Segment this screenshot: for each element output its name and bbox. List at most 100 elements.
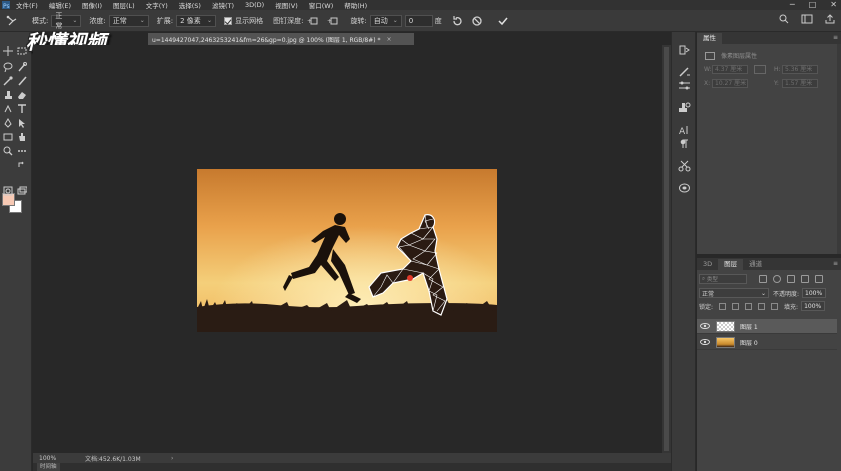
tab-channels[interactable]: 通道 xyxy=(743,259,768,270)
layer-name[interactable]: 图层 0 xyxy=(740,338,758,347)
menu-select[interactable]: 选择(S) xyxy=(179,0,201,10)
eyedropper-tool-icon[interactable] xyxy=(2,75,14,86)
pin-backward-icon[interactable]: + xyxy=(326,14,340,28)
width-field[interactable]: 4.37 厘米 xyxy=(712,65,748,74)
menu-type[interactable]: 文字(Y) xyxy=(146,0,168,10)
layer-name[interactable]: 图层 1 xyxy=(740,322,758,331)
filter-type-icon[interactable] xyxy=(787,275,795,283)
menu-filter[interactable]: 滤镜(T) xyxy=(212,0,234,10)
menu-file[interactable]: 文件(F) xyxy=(16,0,38,10)
search-icon[interactable] xyxy=(779,14,789,26)
timeline-tab[interactable]: 时间轴 xyxy=(37,463,60,471)
opacity-field[interactable]: 100% xyxy=(802,288,827,298)
lasso-tool-icon[interactable] xyxy=(2,61,14,72)
tab-layers[interactable]: 图层 xyxy=(718,259,744,270)
brush-tool-icon[interactable] xyxy=(16,75,28,86)
filter-pixel-icon[interactable] xyxy=(759,275,767,283)
paragraph-icon[interactable] xyxy=(678,138,691,150)
rectangle-tool-icon[interactable] xyxy=(2,131,14,142)
layer-filter-dropdown[interactable]: ⌕ 类型 xyxy=(699,274,747,284)
move-tool-icon[interactable] xyxy=(2,45,14,56)
puppet-warp-tool-icon[interactable] xyxy=(4,14,18,28)
menu-help[interactable]: 帮助(H) xyxy=(344,0,367,10)
status-menu-chevron-icon[interactable]: › xyxy=(171,455,173,462)
link-icon[interactable] xyxy=(754,65,766,74)
rotate-degrees-input[interactable]: 0 xyxy=(404,14,433,27)
rotate-dropdown[interactable]: 自动 ⌄ xyxy=(369,14,402,27)
eraser-tool-icon[interactable] xyxy=(16,89,28,100)
filter-adjustment-icon[interactable] xyxy=(773,275,781,283)
cancel-icon[interactable] xyxy=(470,14,484,28)
menu-edit[interactable]: 编辑(E) xyxy=(49,0,71,10)
y-field[interactable]: 1.57 厘米 xyxy=(782,79,818,88)
zoom-tool-icon[interactable] xyxy=(2,145,14,156)
layer-row-0[interactable]: 图层 0 xyxy=(697,335,837,350)
density-dropdown[interactable]: 正常 ⌄ xyxy=(108,14,149,27)
path-select-tool-icon[interactable] xyxy=(16,117,28,128)
panel-menu-icon[interactable]: ≡ xyxy=(833,34,838,41)
lock-position-icon[interactable] xyxy=(745,302,753,310)
scrollbar-thumb[interactable] xyxy=(664,47,669,451)
mode-dropdown[interactable]: 正常 ⌄ xyxy=(51,12,82,30)
quick-mask-icon[interactable] xyxy=(2,185,14,196)
lock-pixels-icon[interactable] xyxy=(732,302,740,310)
tools-scissors-icon[interactable] xyxy=(678,160,691,172)
reset-pins-icon[interactable] xyxy=(450,14,464,28)
minimize-button[interactable]: ─ xyxy=(790,0,795,10)
commit-check-icon[interactable] xyxy=(496,14,510,28)
menu-window[interactable]: 窗口(W) xyxy=(309,0,334,10)
tab-3d[interactable]: 3D xyxy=(697,259,718,270)
width-label: W: xyxy=(704,66,712,73)
layer-row-1[interactable]: 图层 1 xyxy=(697,319,837,334)
share-icon[interactable] xyxy=(825,14,835,26)
gradient-tool-icon[interactable] xyxy=(2,103,14,114)
close-window-button[interactable]: ✕ xyxy=(830,0,837,10)
lock-all-icon[interactable] xyxy=(771,302,779,310)
menu-layer[interactable]: 图层(L) xyxy=(113,0,135,10)
show-mesh-checkbox[interactable] xyxy=(224,16,233,25)
swap-colors-icon[interactable] xyxy=(16,159,28,170)
more-tools-icon[interactable] xyxy=(16,145,28,156)
document-tab[interactable]: u=1449427047,2463253241&fm=26&gp=0.jpg @… xyxy=(148,33,414,45)
3d-materials-icon[interactable] xyxy=(678,182,691,194)
panel-menu-icon[interactable]: ≡ xyxy=(833,260,838,267)
maximize-button[interactable]: □ xyxy=(809,0,817,10)
vertical-scrollbar[interactable] xyxy=(662,45,671,453)
canvas-area[interactable] xyxy=(33,45,662,453)
screen-mode-icon[interactable] xyxy=(16,185,28,196)
lock-transparent-icon[interactable] xyxy=(719,302,727,310)
menu-3d[interactable]: 3D(D) xyxy=(245,1,264,9)
pen-tool-icon[interactable] xyxy=(2,117,14,128)
tab-properties[interactable]: 属性 xyxy=(697,33,722,44)
lock-artboard-icon[interactable] xyxy=(758,302,766,310)
visibility-eye-icon[interactable] xyxy=(699,319,711,334)
hand-tool-icon[interactable] xyxy=(16,131,28,142)
menu-image[interactable]: 图像(I) xyxy=(82,0,102,10)
fill-label: 填充: xyxy=(784,303,799,311)
clone-source-icon[interactable] xyxy=(678,102,691,114)
stamp-tool-icon[interactable] xyxy=(2,89,14,100)
type-tool-icon[interactable] xyxy=(16,103,28,114)
character-icon[interactable]: A xyxy=(678,124,691,137)
adjustments-icon[interactable] xyxy=(678,80,691,92)
layer-filter-row: ⌕ 类型 xyxy=(699,274,841,284)
fill-field[interactable]: 100% xyxy=(801,301,826,311)
document-image[interactable] xyxy=(197,169,497,332)
brush-settings-icon[interactable] xyxy=(678,66,691,78)
filter-shape-icon[interactable] xyxy=(801,275,809,283)
x-field[interactable]: 10.27 厘米 xyxy=(712,79,748,88)
zoom-level[interactable]: 100% xyxy=(39,455,85,462)
properties-scrollbar[interactable] xyxy=(837,44,841,254)
blend-mode-dropdown[interactable]: 正常 ⌄ xyxy=(699,288,769,298)
filter-smart-object-icon[interactable] xyxy=(815,275,823,283)
expand-dropdown[interactable]: 2 像素 ⌄ xyxy=(176,14,217,27)
pin-forward-icon[interactable]: + xyxy=(306,14,320,28)
workspace-icon[interactable] xyxy=(801,14,813,26)
menu-view[interactable]: 视图(V) xyxy=(275,0,298,10)
rotate-degrees-value: 0 xyxy=(408,16,414,25)
visibility-eye-icon[interactable] xyxy=(699,335,711,350)
close-tab-icon[interactable]: × xyxy=(387,36,392,43)
quick-select-tool-icon[interactable] xyxy=(16,61,28,72)
history-icon[interactable] xyxy=(678,44,691,56)
height-field[interactable]: 5.36 厘米 xyxy=(782,65,818,74)
